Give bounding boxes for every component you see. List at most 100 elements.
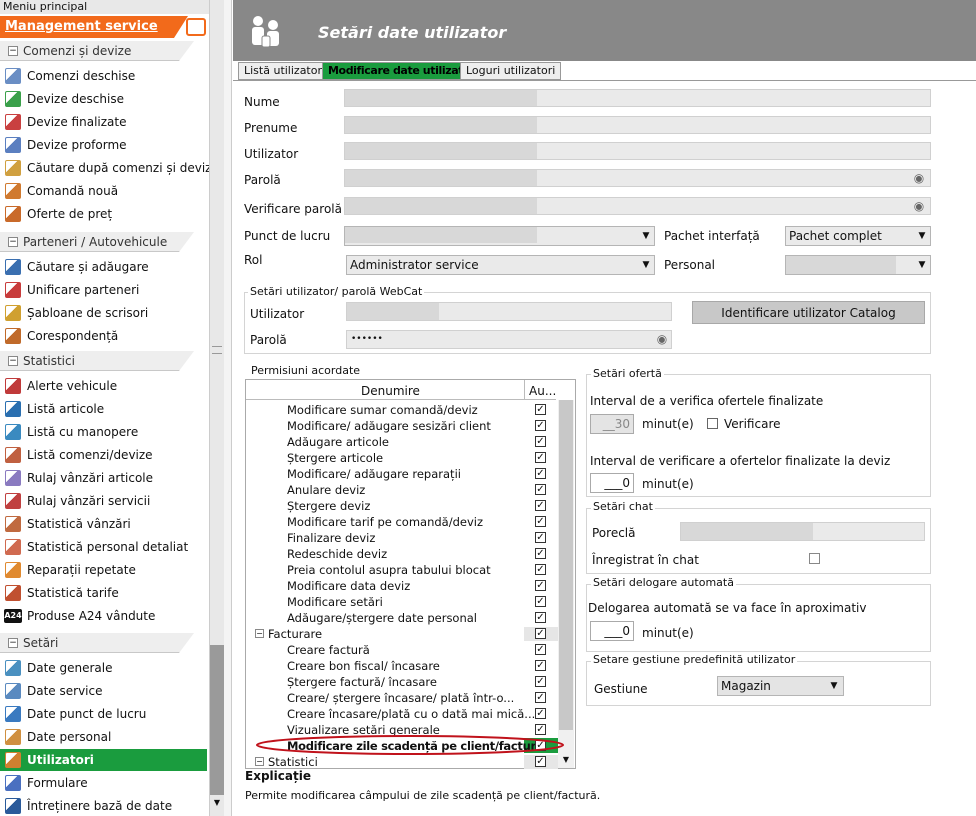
show-password-icon-3[interactable]: ◉ (653, 331, 671, 347)
nume-field[interactable] (344, 89, 931, 107)
permission-checkbox[interactable]: ✓ (535, 676, 546, 687)
menu-item-2-4[interactable]: Rulaj vânzări articole (27, 471, 153, 485)
menu-item-icon (5, 401, 21, 417)
collapse-icon[interactable]: − (8, 46, 18, 56)
menu-item-icon (5, 447, 21, 463)
personal-select[interactable] (785, 255, 931, 275)
menu-item-1-0[interactable]: Căutare și adăugare (27, 260, 149, 274)
permission-checkbox[interactable]: ✓ (535, 532, 546, 543)
menu-item-2-2[interactable]: Listă cu manopere (27, 425, 138, 439)
menu-item-2-9[interactable]: Statistică tarife (27, 586, 119, 600)
permission-checkbox[interactable]: ✓ (535, 580, 546, 591)
verificare-checkbox[interactable] (707, 418, 718, 429)
punct-lucru-select[interactable] (344, 226, 655, 246)
delogare-input[interactable]: ___0 (590, 621, 634, 641)
tab-user-logs[interactable]: Loguri utilizatori (460, 62, 562, 80)
permission-checkbox[interactable]: ✓ (535, 484, 546, 495)
permission-checkbox[interactable]: ✓ (535, 628, 546, 639)
menu-item-3-1[interactable]: Date service (27, 684, 102, 698)
menu-item-0-0[interactable]: Comenzi deschise (27, 69, 135, 83)
menu-item-0-5[interactable]: Comandă nouă (27, 184, 118, 198)
permission-checkbox[interactable]: ✓ (535, 516, 546, 527)
menu-item-3-4[interactable]: Utilizatori (27, 753, 94, 767)
rol-select[interactable]: Administrator service (346, 255, 655, 275)
collapse-icon[interactable]: − (255, 629, 264, 638)
permission-checkbox[interactable]: ✓ (535, 660, 546, 671)
column-autorizat[interactable]: Au... (529, 384, 556, 398)
permission-checkbox[interactable]: ✓ (535, 708, 546, 719)
collapse-icon[interactable]: − (8, 237, 18, 247)
menu-item-1-3[interactable]: Corespondență (27, 329, 118, 343)
menu-item-2-0[interactable]: Alerte vehicule (27, 379, 117, 393)
porecla-field[interactable] (680, 522, 925, 541)
oferta-deviz-unit: minut(e) (642, 477, 694, 491)
permission-checkbox[interactable]: ✓ (535, 500, 546, 511)
utilizator-field[interactable] (344, 142, 931, 160)
menu-scroll-thumb[interactable] (210, 645, 224, 795)
permissions-title: Permisiuni acordate (249, 364, 363, 377)
show-password-icon[interactable]: ◉ (910, 170, 928, 186)
collapse-icon[interactable]: − (8, 356, 18, 366)
permission-checkbox[interactable]: ✓ (535, 404, 546, 415)
chevron-down-icon[interactable]: ▼ (914, 227, 930, 245)
show-password-icon-2[interactable]: ◉ (910, 198, 928, 214)
permission-checkbox[interactable]: ✓ (535, 596, 546, 607)
menu-item-2-3[interactable]: Listă comenzi/devize (27, 448, 153, 462)
management-service-icon[interactable] (186, 18, 206, 36)
menu-item-0-2[interactable]: Devize finalizate (27, 115, 126, 129)
chevron-down-icon[interactable]: ▼ (914, 256, 930, 274)
menu-item-2-7[interactable]: Statistică personal detaliat (27, 540, 188, 554)
inregistrat-checkbox[interactable] (809, 553, 820, 564)
chevron-down-icon[interactable]: ▼ (826, 677, 842, 695)
chevron-down-icon[interactable]: ▼ (638, 227, 654, 245)
collapse-icon[interactable]: − (255, 757, 264, 766)
identify-catalog-button[interactable]: Identificare utilizator Catalog (692, 301, 925, 324)
splitter[interactable] (224, 0, 232, 816)
menu-item-3-5[interactable]: Formulare (27, 776, 88, 790)
permission-checkbox[interactable]: ✓ (535, 644, 546, 655)
menu-item-1-1[interactable]: Unificare parteneri (27, 283, 139, 297)
prenume-field[interactable] (344, 116, 931, 134)
parola-field[interactable] (344, 169, 931, 187)
menu-item-1-2[interactable]: Șabloane de scrisori (27, 306, 148, 320)
collapse-icon[interactable]: − (8, 638, 18, 648)
menu-item-2-6[interactable]: Statistică vânzări (27, 517, 131, 531)
oferta-deviz-input[interactable]: ___0 (590, 473, 634, 493)
oferta-interval-input[interactable]: __30 (590, 414, 634, 434)
menu-item-3-3[interactable]: Date personal (27, 730, 111, 744)
menu-item-2-10[interactable]: Produse A24 vândute (27, 609, 155, 623)
permission-checkbox[interactable]: ✓ (535, 436, 546, 447)
verificare-parola-field[interactable] (344, 197, 931, 215)
scroll-down-icon[interactable]: ▼ (559, 755, 573, 764)
permission-checkbox[interactable]: ✓ (535, 756, 546, 767)
pachet-interfata-label: Pachet interfață (664, 229, 760, 243)
permission-checkbox[interactable]: ✓ (535, 548, 546, 559)
menu-item-0-3[interactable]: Devize proforme (27, 138, 127, 152)
menu-item-0-6[interactable]: Oferte de preț (27, 207, 112, 221)
menu-item-3-2[interactable]: Date punct de lucru (27, 707, 146, 721)
menu-item-2-8[interactable]: Reparații repetate (27, 563, 136, 577)
permission-label: Anulare deviz (287, 483, 366, 497)
menu-item-0-4[interactable]: Căutare după comenzi și devize (27, 161, 219, 175)
menu-item-0-1[interactable]: Devize deschise (27, 92, 124, 106)
menu-item-2-5[interactable]: Rulaj vânzări servicii (27, 494, 150, 508)
permissions-scroll-thumb[interactable] (559, 400, 573, 730)
pachet-interfata-select[interactable]: Pachet complet (785, 226, 931, 246)
permission-checkbox[interactable]: ✓ (535, 468, 546, 479)
menu-item-3-0[interactable]: Date generale (27, 661, 113, 675)
permission-checkbox[interactable]: ✓ (535, 420, 546, 431)
permission-checkbox[interactable]: ✓ (535, 564, 546, 575)
menu-item-2-1[interactable]: Listă articole (27, 402, 104, 416)
permission-checkbox[interactable]: ✓ (535, 692, 546, 703)
tab-user-list[interactable]: Listă utilizatori (238, 62, 332, 80)
menu-item-3-6[interactable]: Întreținere bază de date (27, 799, 172, 813)
tab-edit-user[interactable]: Modificare date utilizator (322, 62, 482, 80)
column-denumire[interactable]: Denumire (361, 384, 420, 398)
permission-checkbox[interactable]: ✓ (535, 612, 546, 623)
permission-checkbox[interactable]: ✓ (535, 452, 546, 463)
chevron-down-icon[interactable]: ▼ (638, 256, 654, 274)
gestiune-select[interactable]: Magazin (717, 676, 844, 696)
webcat-password-field[interactable]: •••••• (346, 330, 672, 349)
scroll-down-icon[interactable]: ▼ (210, 798, 224, 808)
webcat-user-field[interactable] (346, 302, 672, 321)
